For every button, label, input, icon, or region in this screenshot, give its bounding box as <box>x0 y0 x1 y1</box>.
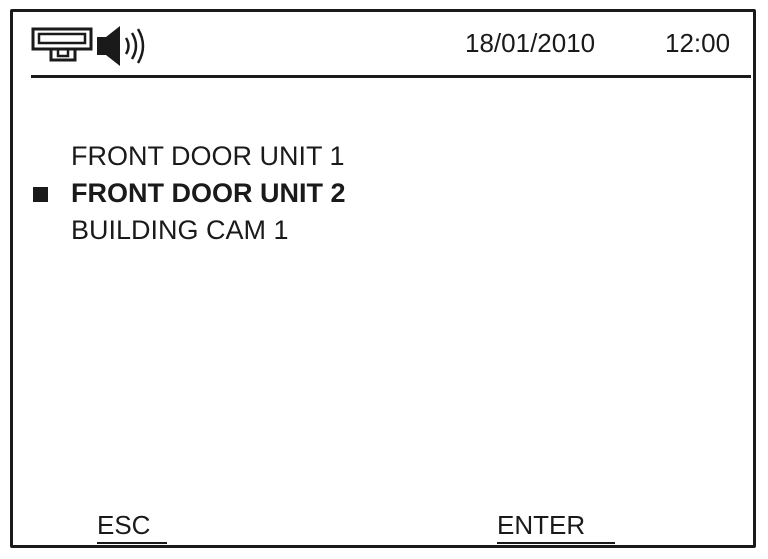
menu-item-building-cam-1[interactable]: BUILDING CAM 1 <box>33 212 633 249</box>
esc-softkey-underline <box>97 542 167 544</box>
monitor-screen: 18/01/2010 12:00 FRONT DOOR UNIT 1 FRONT… <box>10 9 756 548</box>
menu-item-label: BUILDING CAM 1 <box>71 215 289 245</box>
camera-list: FRONT DOOR UNIT 1 FRONT DOOR UNIT 2 BUIL… <box>33 138 633 249</box>
status-date: 18/01/2010 <box>465 28 596 58</box>
enter-softkey-underline <box>497 542 615 544</box>
header-divider <box>31 75 751 78</box>
menu-item-label: FRONT DOOR UNIT 2 <box>71 178 346 208</box>
speaker-volume-icon <box>95 24 153 68</box>
status-bar: 18/01/2010 12:00 <box>13 12 753 80</box>
intercom-unit-icon <box>31 26 95 66</box>
esc-softkey[interactable]: ESC <box>97 510 150 540</box>
selection-marker-icon <box>33 187 48 202</box>
status-time: 12:00 <box>665 28 731 58</box>
menu-item-front-door-unit-2[interactable]: FRONT DOOR UNIT 2 <box>33 175 633 212</box>
status-icons <box>31 24 153 68</box>
enter-softkey[interactable]: ENTER <box>497 510 585 540</box>
menu-item-front-door-unit-1[interactable]: FRONT DOOR UNIT 1 <box>33 138 633 175</box>
menu-item-label: FRONT DOOR UNIT 1 <box>71 141 345 171</box>
